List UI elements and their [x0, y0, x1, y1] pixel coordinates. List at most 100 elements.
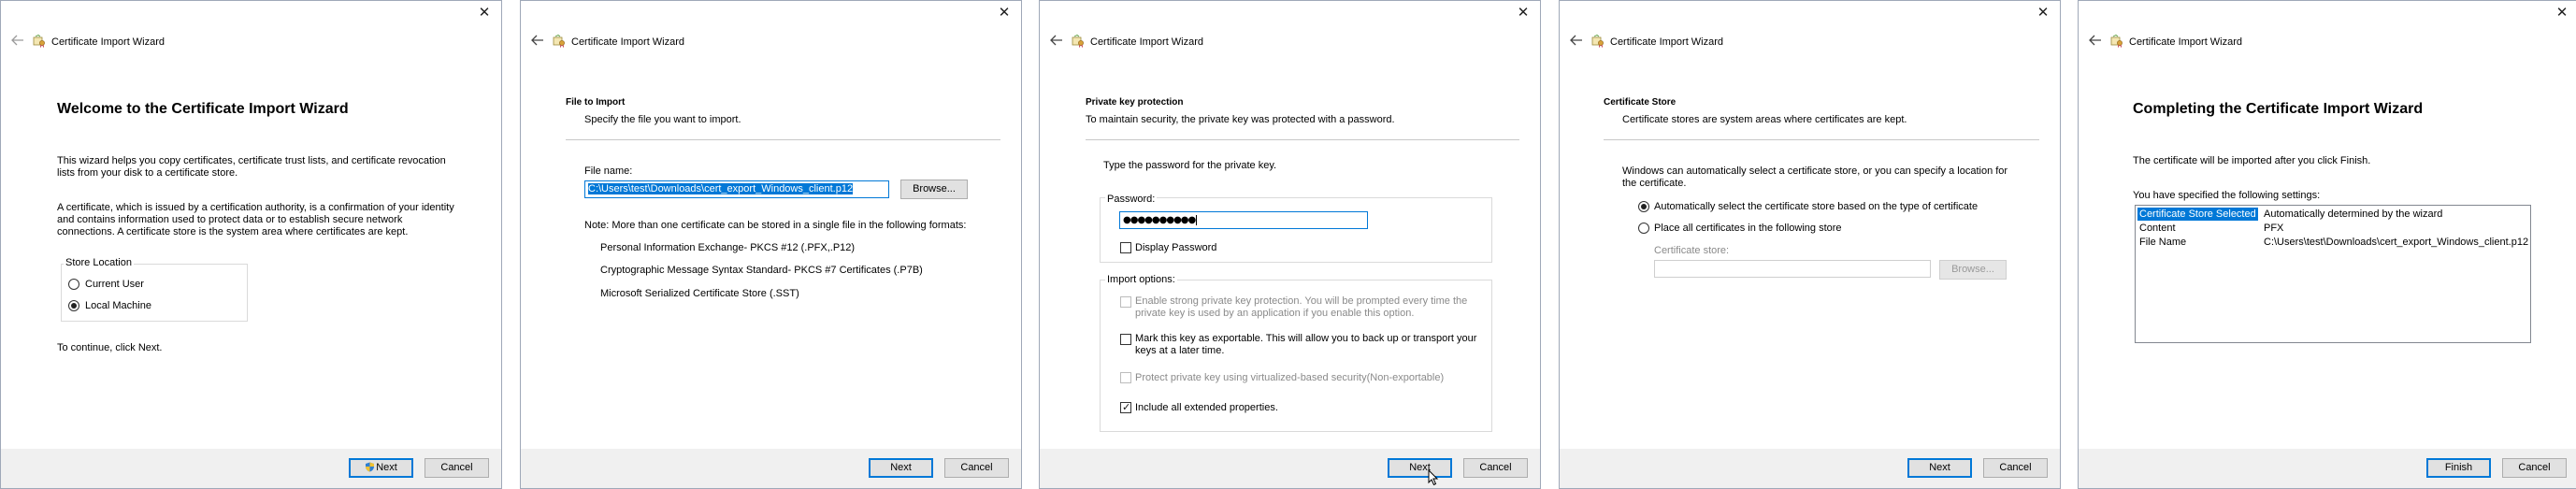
cancel-button[interactable]: Cancel — [425, 458, 489, 478]
format-item: Microsoft Serialized Certificate Store (… — [600, 288, 799, 299]
password-label: Password: — [1105, 194, 1158, 205]
footer-bar: Next Cancel — [1, 449, 501, 488]
certificate-wizard-icon — [1072, 35, 1084, 48]
list-item[interactable]: Content PFX — [2137, 222, 2528, 235]
auto-select-store-radio[interactable] — [1638, 201, 1649, 212]
close-icon[interactable]: ✕ — [2554, 6, 2569, 21]
type-password-text: Type the password for the private key. — [1103, 160, 1277, 171]
local-machine-radio[interactable] — [68, 300, 79, 311]
cancel-button[interactable]: Cancel — [1983, 458, 2048, 478]
include-extended-checkbox[interactable] — [1120, 401, 1131, 413]
current-user-radio[interactable] — [68, 279, 79, 290]
window-title: Certificate Import Wizard — [51, 36, 165, 48]
page-title: Certificate Store — [1604, 97, 1677, 108]
back-arrow-icon[interactable] — [1569, 34, 1584, 47]
cancel-button[interactable]: Cancel — [2502, 458, 2567, 478]
wizard-window-private-key: ✕ Certificate Import Wizard Private key … — [1039, 0, 1541, 489]
close-icon[interactable]: ✕ — [2036, 6, 2051, 21]
format-item: Personal Information Exchange- PKCS #12 … — [600, 242, 856, 253]
strong-protection-label-2: private key is used by an application if… — [1135, 308, 1415, 319]
place-all-store-label[interactable]: Place all certificates in the following … — [1654, 223, 1842, 234]
mark-exportable-checkbox[interactable] — [1120, 334, 1131, 345]
header-divider — [1086, 139, 1519, 140]
vbs-protection-checkbox[interactable] — [1120, 372, 1131, 383]
header-divider — [1604, 139, 2039, 140]
certificate-wizard-icon — [33, 35, 45, 48]
place-all-store-radio[interactable] — [1638, 223, 1649, 234]
window-title: Certificate Import Wizard — [1090, 36, 1204, 48]
page-title: File to Import — [566, 97, 626, 108]
window-title: Certificate Import Wizard — [2129, 36, 2243, 48]
shield-icon — [366, 462, 375, 472]
import-options-label: Import options: — [1105, 274, 1177, 285]
next-button[interactable]: Next — [1907, 458, 1972, 478]
certificate-store-label: Certificate store: — [1654, 245, 1730, 256]
browse-button[interactable]: Browse... — [900, 180, 968, 199]
header-divider — [566, 139, 1000, 140]
cancel-button[interactable]: Cancel — [944, 458, 1009, 478]
close-icon[interactable]: ✕ — [1516, 6, 1531, 21]
browse-button[interactable]: Browse... — [1939, 260, 2007, 280]
certificate-wizard-icon — [1591, 35, 1604, 48]
setting-value: C:\Users\test\Downloads\cert_export_Wind… — [2264, 237, 2529, 248]
note-text: Note: More than one certificate can be s… — [584, 220, 967, 231]
page-heading: Completing the Certificate Import Wizard — [2133, 101, 2424, 117]
wizard-window-certificate-store: ✕ Certificate Import Wizard Certificate … — [1559, 0, 2061, 489]
next-button[interactable]: Next — [869, 458, 933, 478]
file-name-field[interactable]: C:\Users\test\Downloads\cert_export_Wind… — [584, 180, 889, 198]
next-button[interactable]: Next — [1388, 458, 1452, 478]
wizard-window-file-to-import: ✕ Certificate Import Wizard File to Impo… — [520, 0, 1022, 489]
certificate-store-field[interactable] — [1654, 260, 1931, 278]
footer-bar: Next Cancel — [521, 449, 1021, 488]
vbs-protection-label: Protect private key using virtualized-ba… — [1135, 372, 1445, 383]
intro-text-line: and contains information used to protect… — [57, 214, 403, 225]
intro-text-line: This wizard helps you copy certificates,… — [57, 155, 446, 166]
close-icon[interactable]: ✕ — [997, 6, 1012, 21]
page-subtitle: To maintain security, the private key wa… — [1086, 114, 1395, 125]
format-item: Cryptographic Message Syntax Standard- P… — [600, 265, 923, 276]
back-arrow-icon[interactable] — [530, 34, 545, 47]
store-location-group — [61, 264, 248, 322]
next-button-label: Next — [376, 462, 397, 473]
strong-protection-checkbox[interactable] — [1120, 296, 1131, 308]
password-value: ●●●●●●●●●● — [1123, 215, 1196, 225]
mouse-cursor-icon — [1428, 469, 1439, 486]
current-user-label[interactable]: Current User — [85, 279, 144, 290]
finish-button[interactable]: Finish — [2426, 458, 2491, 478]
setting-key: File Name — [2139, 237, 2187, 248]
password-field[interactable]: ●●●●●●●●●● — [1119, 211, 1368, 229]
strong-protection-label: Enable strong private key protection. Yo… — [1135, 295, 1468, 307]
window-title: Certificate Import Wizard — [1610, 36, 1724, 48]
page-subtitle: Certificate stores are system areas wher… — [1622, 114, 1907, 125]
intro-text-line: lists from your disk to a certificate st… — [57, 167, 238, 179]
setting-value: Automatically determined by the wizard — [2264, 209, 2443, 220]
local-machine-label[interactable]: Local Machine — [85, 300, 151, 311]
page-title: Private key protection — [1086, 97, 1184, 108]
back-arrow-icon[interactable] — [2088, 34, 2103, 47]
display-password-label[interactable]: Display Password — [1135, 242, 1216, 253]
auto-select-store-label[interactable]: Automatically select the certificate sto… — [1654, 201, 1978, 212]
file-name-value: C:\Users\test\Downloads\cert_export_Wind… — [588, 183, 854, 194]
file-name-label: File name: — [584, 165, 633, 177]
next-button[interactable]: Next — [349, 458, 413, 478]
mark-exportable-label[interactable]: Mark this key as exportable. This will a… — [1135, 333, 1476, 344]
setting-key: Content — [2139, 223, 2176, 234]
list-item[interactable]: File Name C:\Users\test\Downloads\cert_e… — [2137, 236, 2528, 249]
intro-text-line: A certificate, which is issued by a cert… — [57, 202, 454, 213]
certificate-wizard-icon — [2110, 35, 2123, 48]
store-description: Windows can automatically select a certi… — [1622, 165, 2008, 177]
wizard-window-completing: ✕ Certificate Import Wizard Completing t… — [2078, 0, 2576, 489]
list-item[interactable]: Certificate Store Selected Automatically… — [2137, 208, 2528, 221]
include-extended-label[interactable]: Include all extended properties. — [1135, 402, 1278, 413]
wizard-window-welcome: ✕ Certificate Import Wizard Welcome to t… — [0, 0, 502, 489]
cancel-button[interactable]: Cancel — [1463, 458, 1528, 478]
back-arrow-icon[interactable] — [10, 34, 25, 47]
continue-text: To continue, click Next. — [57, 342, 163, 353]
settings-list[interactable]: Certificate Store Selected Automatically… — [2135, 205, 2531, 343]
back-arrow-icon[interactable] — [1049, 34, 1064, 47]
display-password-checkbox[interactable] — [1120, 242, 1131, 253]
footer-bar: Finish Cancel — [2079, 449, 2576, 488]
finish-info-text: The certificate will be imported after y… — [2133, 155, 2371, 166]
close-icon[interactable]: ✕ — [477, 6, 492, 21]
certificate-wizard-icon — [553, 35, 565, 48]
